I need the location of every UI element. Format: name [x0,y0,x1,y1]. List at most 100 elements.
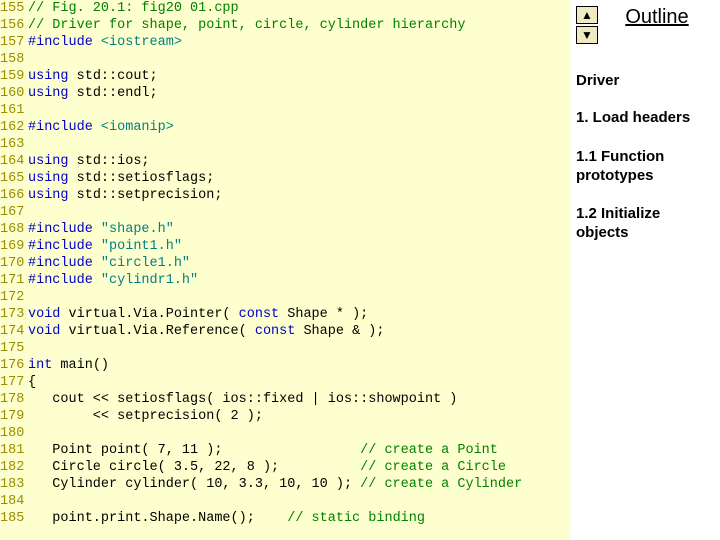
code-line: 156// Driver for shape, point, circle, c… [0,17,570,34]
line-content: { [28,374,570,391]
code-pane: 155// Fig. 20.1: fig20 01.cpp156// Drive… [0,0,570,540]
code-token: << setprecision( 2 ); [28,409,263,424]
code-line: 169#include "point1.h" [0,238,570,255]
arrow-up-icon: ▲ [581,9,593,21]
code-line: 175 [0,340,570,357]
code-token: "shape.h" [101,222,174,237]
code-token: Shape & ); [295,324,384,339]
code-token: std::ios; [69,154,150,169]
code-token: #include [28,256,101,271]
line-number: 175 [0,340,28,357]
code-token: using [28,171,69,186]
code-token: // Fig. 20.1: fig20 01.cpp [28,1,239,16]
code-token: void [28,324,60,339]
code-line: 183 Cylinder cylinder( 10, 3.3, 10, 10 )… [0,476,570,493]
code-token: // static binding [287,511,425,526]
code-line: 162#include <iomanip> [0,119,570,136]
code-line: 184 [0,493,570,510]
line-content: #include <iostream> [28,34,570,51]
line-content: using std::setprecision; [28,187,570,204]
line-number: 178 [0,391,28,408]
code-token: Circle circle( 3.5, 22, 8 ); [28,460,360,475]
outline-title: Outline [604,6,714,29]
line-content: #include "shape.h" [28,221,570,238]
code-token: int [28,358,52,373]
code-token: using [28,188,69,203]
line-content: Point point( 7, 11 ); // create a Point [28,442,570,459]
line-number: 180 [0,425,28,442]
code-token: Shape * ); [279,307,368,322]
code-token: #include [28,273,101,288]
arrow-down-button[interactable]: ▼ [576,26,598,44]
line-number: 168 [0,221,28,238]
line-content: Circle circle( 3.5, 22, 8 ); // create a… [28,459,570,476]
code-line: 172 [0,289,570,306]
outline-initialize-objects: 1.2 Initialize objects [576,205,714,243]
code-line: 173void virtual.Via.Pointer( const Shape… [0,306,570,323]
code-line: 182 Circle circle( 3.5, 22, 8 ); // crea… [0,459,570,476]
line-number: 174 [0,323,28,340]
code-token: "circle1.h" [101,256,190,271]
line-number: 155 [0,0,28,17]
line-number: 159 [0,68,28,85]
code-token: main() [52,358,109,373]
code-token: "cylindr1.h" [101,273,198,288]
code-line: 166using std::setprecision; [0,187,570,204]
code-token: Cylinder cylinder( 10, 3.3, 10, 10 ); [28,477,360,492]
code-token: Point point( 7, 11 ); [28,443,360,458]
code-token: void [28,307,60,322]
code-line: 167 [0,204,570,221]
line-number: 166 [0,187,28,204]
line-number: 172 [0,289,28,306]
line-number: 173 [0,306,28,323]
code-token: virtual.Via.Pointer( [60,307,238,322]
line-number: 181 [0,442,28,459]
nav-arrows: ▲ ▼ [576,6,598,44]
code-line: 176int main() [0,357,570,374]
line-content: cout << setiosflags( ios::fixed | ios::s… [28,391,570,408]
code-token: // create a Circle [360,460,506,475]
line-content [28,493,570,510]
code-line: 159using std::cout; [0,68,570,85]
code-line: 174void virtual.Via.Reference( const Sha… [0,323,570,340]
line-number: 156 [0,17,28,34]
line-number: 177 [0,374,28,391]
code-token: const [239,307,280,322]
line-content: using std::setiosflags; [28,170,570,187]
line-number: 162 [0,119,28,136]
line-number: 179 [0,408,28,425]
code-token: #include [28,35,101,50]
line-content [28,425,570,442]
code-token: { [28,375,36,390]
line-number: 163 [0,136,28,153]
code-line: 155// Fig. 20.1: fig20 01.cpp [0,0,570,17]
code-line: 185 point.print.Shape.Name(); // static … [0,510,570,527]
code-token: #include [28,222,101,237]
line-number: 161 [0,102,28,119]
code-token: point.print.Shape.Name(); [28,511,287,526]
code-line: 165using std::setiosflags; [0,170,570,187]
code-line: 179 << setprecision( 2 ); [0,408,570,425]
arrow-up-button[interactable]: ▲ [576,6,598,24]
code-line: 160using std::endl; [0,85,570,102]
line-number: 183 [0,476,28,493]
line-content [28,204,570,221]
code-token: "point1.h" [101,239,182,254]
line-number: 165 [0,170,28,187]
line-content: void virtual.Via.Pointer( const Shape * … [28,306,570,323]
line-content: using std::ios; [28,153,570,170]
line-content: point.print.Shape.Name(); // static bind… [28,510,570,527]
line-content [28,340,570,357]
code-line: 171#include "cylindr1.h" [0,272,570,289]
code-line: 180 [0,425,570,442]
code-line: 158 [0,51,570,68]
line-number: 170 [0,255,28,272]
line-number: 167 [0,204,28,221]
code-token: const [255,324,296,339]
line-number: 169 [0,238,28,255]
line-number: 157 [0,34,28,51]
line-content: #include <iomanip> [28,119,570,136]
line-number: 182 [0,459,28,476]
line-content [28,51,570,68]
outline-load-headers: 1. Load headers [576,109,714,128]
